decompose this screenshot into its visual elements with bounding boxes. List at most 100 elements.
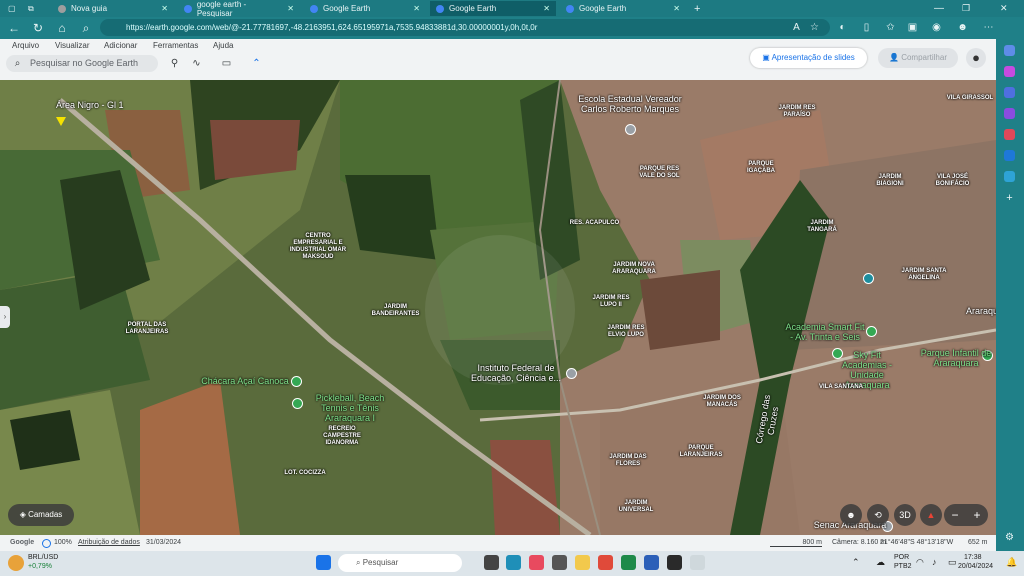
search-icon[interactable]: ⌕ xyxy=(78,20,94,36)
more-menu-icon[interactable]: ⋯ xyxy=(982,21,995,34)
tab-google-earth-1[interactable]: Google Earth ✕ xyxy=(304,1,426,16)
games-icon[interactable] xyxy=(1004,108,1015,119)
street-view-pegman-icon[interactable]: ☻ xyxy=(840,504,862,526)
close-icon[interactable]: ✕ xyxy=(287,4,294,13)
tabs-menu-icon[interactable]: ⧉ xyxy=(22,1,36,16)
excel-icon[interactable] xyxy=(621,555,636,570)
wifi-icon[interactable]: ◠ xyxy=(916,557,924,568)
rotate-off-icon[interactable]: ⟲ xyxy=(867,504,889,526)
collections-icon[interactable]: ▣ xyxy=(906,21,919,34)
tab-nova-guia[interactable]: Nova guia ✕ xyxy=(52,1,174,16)
zoom-out-button[interactable]: − xyxy=(951,508,958,522)
farm-pin-icon[interactable] xyxy=(291,376,302,387)
clock-date[interactable]: 20/04/2024 xyxy=(958,563,993,570)
back-icon[interactable]: ← xyxy=(6,20,22,36)
label-area-nigro: Área Nigro - Gl 1 xyxy=(56,100,124,110)
menu-adicionar[interactable]: Adicionar xyxy=(104,41,137,50)
clock-time[interactable]: 17:38 xyxy=(964,554,982,561)
sport-pin-icon[interactable] xyxy=(292,398,303,409)
notifications-icon[interactable]: 🔔 xyxy=(1006,557,1017,568)
share-button[interactable]: 👤 Compartilhar xyxy=(878,48,958,68)
split-screen-icon[interactable]: ▯ xyxy=(860,21,873,34)
favorite-star-icon[interactable]: ☆ xyxy=(808,21,821,34)
close-icon[interactable]: ✕ xyxy=(543,4,550,13)
task-view-icon[interactable] xyxy=(484,555,499,570)
cloud-icon[interactable]: ☁ xyxy=(876,557,885,568)
minimize-button[interactable]: — xyxy=(928,1,944,16)
school-pin-icon[interactable] xyxy=(625,124,636,135)
label-chacara: Chácara Açaí Canoca xyxy=(201,376,289,386)
school-pin-icon-2[interactable] xyxy=(566,368,577,379)
close-icon[interactable]: ✕ xyxy=(673,4,680,13)
satellite-map[interactable]: Área Nigro - Gl 1 Escola Estadual Veread… xyxy=(0,80,996,535)
powerpoint-icon[interactable] xyxy=(598,555,613,570)
slideshow-button[interactable]: ▣ Apresentação de slides xyxy=(750,48,867,68)
panel-toggle-handle[interactable]: › xyxy=(0,306,10,328)
favorites-icon[interactable]: ✩ xyxy=(884,21,897,34)
tab-actions-icon[interactable]: ▢ xyxy=(2,1,16,16)
camera-app-icon[interactable] xyxy=(667,555,682,570)
new-tab-button[interactable]: + xyxy=(688,1,704,16)
extensions-icon[interactable]: ◐ xyxy=(836,21,849,34)
gear-icon[interactable]: ⚙ xyxy=(1004,532,1015,543)
office-icon[interactable] xyxy=(1004,129,1015,140)
copilot-icon[interactable]: ◉ xyxy=(930,21,943,34)
battery-icon[interactable]: ▭ xyxy=(948,557,957,568)
file-explorer-icon[interactable] xyxy=(575,555,590,570)
label-jardim-santa-angelina: JARDIM SANTA ANGELINA xyxy=(901,268,947,281)
close-icon[interactable]: ✕ xyxy=(413,4,420,13)
chevron-up-icon[interactable]: ⌃ xyxy=(250,57,263,70)
dell-icon[interactable] xyxy=(552,555,567,570)
tab-google-earth-active[interactable]: Google Earth ✕ xyxy=(430,1,556,16)
compass-icon[interactable]: ▲ xyxy=(920,504,942,526)
menu-visualizar[interactable]: Visualizar xyxy=(55,41,90,50)
refresh-icon[interactable]: ↻ xyxy=(30,20,46,36)
close-window-button[interactable]: ✕ xyxy=(994,1,1010,16)
home-icon[interactable]: ⌂ xyxy=(54,20,70,36)
menu-arquivo[interactable]: Arquivo xyxy=(12,41,39,50)
chevron-up-icon[interactable]: ⌃ xyxy=(852,557,860,568)
path-icon[interactable]: ∿ xyxy=(190,57,203,70)
tools-icon[interactable] xyxy=(1004,87,1015,98)
snipping-tool-icon[interactable] xyxy=(690,555,705,570)
url-field[interactable]: https://earth.google.com/web/@-21.777816… xyxy=(100,19,830,36)
placemark-pin-icon[interactable] xyxy=(56,117,66,126)
taskbar-search[interactable]: ⌕ Pesquisar xyxy=(338,554,462,572)
speaker-icon[interactable]: ♪ xyxy=(932,557,937,567)
gym-pin-icon[interactable] xyxy=(866,326,877,337)
edge-icon[interactable] xyxy=(506,555,521,570)
zoom-in-button[interactable]: + xyxy=(973,508,980,522)
add-icon[interactable]: + xyxy=(1004,193,1015,204)
read-aloud-icon[interactable]: A xyxy=(790,21,803,34)
keyboard-layout[interactable]: PTB2 xyxy=(894,563,912,570)
word-icon[interactable] xyxy=(644,555,659,570)
account-avatar[interactable]: ● xyxy=(966,48,986,68)
pin-icon[interactable]: ⚲ xyxy=(168,57,181,70)
label-jardim-manacas: JARDIM DOS MANACÁS xyxy=(703,395,741,408)
finance-widget-icon[interactable] xyxy=(8,555,24,571)
tab-google-earth-3[interactable]: Google Earth ✕ xyxy=(560,1,686,16)
label-jardim-flores: JARDIM DAS FLORES xyxy=(609,454,647,467)
start-icon[interactable] xyxy=(316,555,331,570)
layers-button[interactable]: ◈ Camadas xyxy=(8,504,74,526)
profile-icon[interactable]: ☻ xyxy=(956,21,969,34)
label-parque-igacaba: PARQUE IGAÇABA xyxy=(747,161,775,174)
menu-ajuda[interactable]: Ajuda xyxy=(213,41,233,50)
place-pin-icon[interactable] xyxy=(863,273,874,284)
outlook-icon[interactable] xyxy=(1004,150,1015,161)
ruler-icon[interactable]: ▭ xyxy=(220,57,233,70)
language-indicator[interactable]: POR xyxy=(894,554,909,561)
maximize-button[interactable]: ❐ xyxy=(956,1,972,16)
search-icon[interactable] xyxy=(1004,45,1015,56)
data-attribution-link[interactable]: Atribuição de dados xyxy=(78,539,140,546)
shopping-icon[interactable] xyxy=(1004,66,1015,77)
earth-search-input[interactable]: Pesquisar no Google Earth xyxy=(6,55,158,72)
app-icon[interactable] xyxy=(529,555,544,570)
toggle-3d-button[interactable]: 3D xyxy=(894,504,916,526)
telegram-icon[interactable] xyxy=(1004,171,1015,182)
close-icon[interactable]: ✕ xyxy=(161,4,168,13)
widget-ticker: BRL/USD xyxy=(28,554,59,561)
tab-google-search[interactable]: google earth - Pesquisar ✕ xyxy=(178,0,300,18)
menu-ferramentas[interactable]: Ferramentas xyxy=(153,41,198,50)
label-vila-santana: VILA SANTANA xyxy=(819,384,863,390)
